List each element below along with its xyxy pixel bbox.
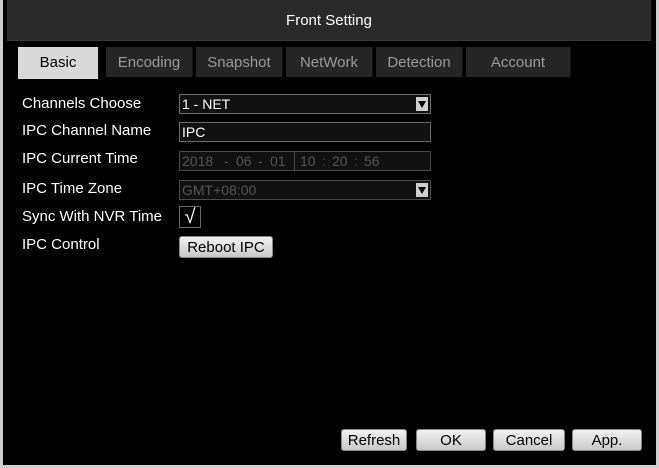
time-day: 01 bbox=[270, 153, 286, 169]
apply-button[interactable]: App. bbox=[572, 429, 642, 451]
time-divider bbox=[294, 152, 295, 170]
ipc-control-label: IPC Control bbox=[22, 236, 100, 253]
tab-encoding[interactable]: Encoding bbox=[106, 47, 193, 77]
sync-nvr-time-checkbox[interactable]: √ bbox=[179, 206, 201, 228]
tab-detection[interactable]: Detection bbox=[376, 47, 463, 77]
time-hour: 10 bbox=[300, 153, 316, 169]
ipc-channel-name-input[interactable]: IPC bbox=[179, 122, 431, 142]
tab-account[interactable]: Account bbox=[466, 47, 571, 77]
checkmark-icon: √ bbox=[184, 206, 196, 228]
channels-choose-label: Channels Choose bbox=[22, 95, 142, 112]
sync-nvr-time-label: Sync With NVR Time bbox=[22, 208, 163, 225]
chevron-down-icon bbox=[416, 183, 428, 197]
tab-snapshot[interactable]: Snapshot bbox=[196, 47, 283, 77]
channels-choose-value: 1 - NET bbox=[182, 96, 231, 112]
reboot-ipc-button[interactable]: Reboot IPC bbox=[179, 236, 273, 258]
time-year: 2018 bbox=[182, 153, 214, 169]
time-month: 06 bbox=[236, 153, 252, 169]
tab-network[interactable]: NetWork bbox=[286, 47, 373, 77]
ok-button[interactable]: OK bbox=[416, 429, 486, 451]
window-title: Front Setting bbox=[7, 0, 651, 41]
time-date-sep: - bbox=[258, 153, 263, 169]
time-minute: 20 bbox=[332, 153, 348, 169]
tab-basic[interactable]: Basic bbox=[18, 47, 99, 79]
ipc-current-time-field: 2018 - 06 - 01 10 : 20 : 56 bbox=[179, 151, 431, 171]
channels-choose-select[interactable]: 1 - NET bbox=[179, 94, 431, 114]
time-second: 56 bbox=[364, 153, 380, 169]
time-time-sep: : bbox=[322, 153, 326, 169]
tab-bar: Basic Encoding Snapshot NetWork Detectio… bbox=[10, 47, 648, 79]
ipc-current-time-label: IPC Current Time bbox=[22, 150, 138, 167]
refresh-button[interactable]: Refresh bbox=[341, 429, 407, 451]
ipc-channel-name-label: IPC Channel Name bbox=[22, 122, 152, 139]
ipc-time-zone-label: IPC Time Zone bbox=[22, 180, 123, 197]
time-time-sep: : bbox=[354, 153, 358, 169]
chevron-down-icon[interactable] bbox=[416, 97, 428, 111]
ipc-time-zone-select: GMT+08:00 bbox=[179, 180, 431, 200]
ipc-time-zone-value: GMT+08:00 bbox=[182, 182, 257, 198]
time-date-sep: - bbox=[224, 153, 229, 169]
cancel-button[interactable]: Cancel bbox=[493, 429, 565, 451]
